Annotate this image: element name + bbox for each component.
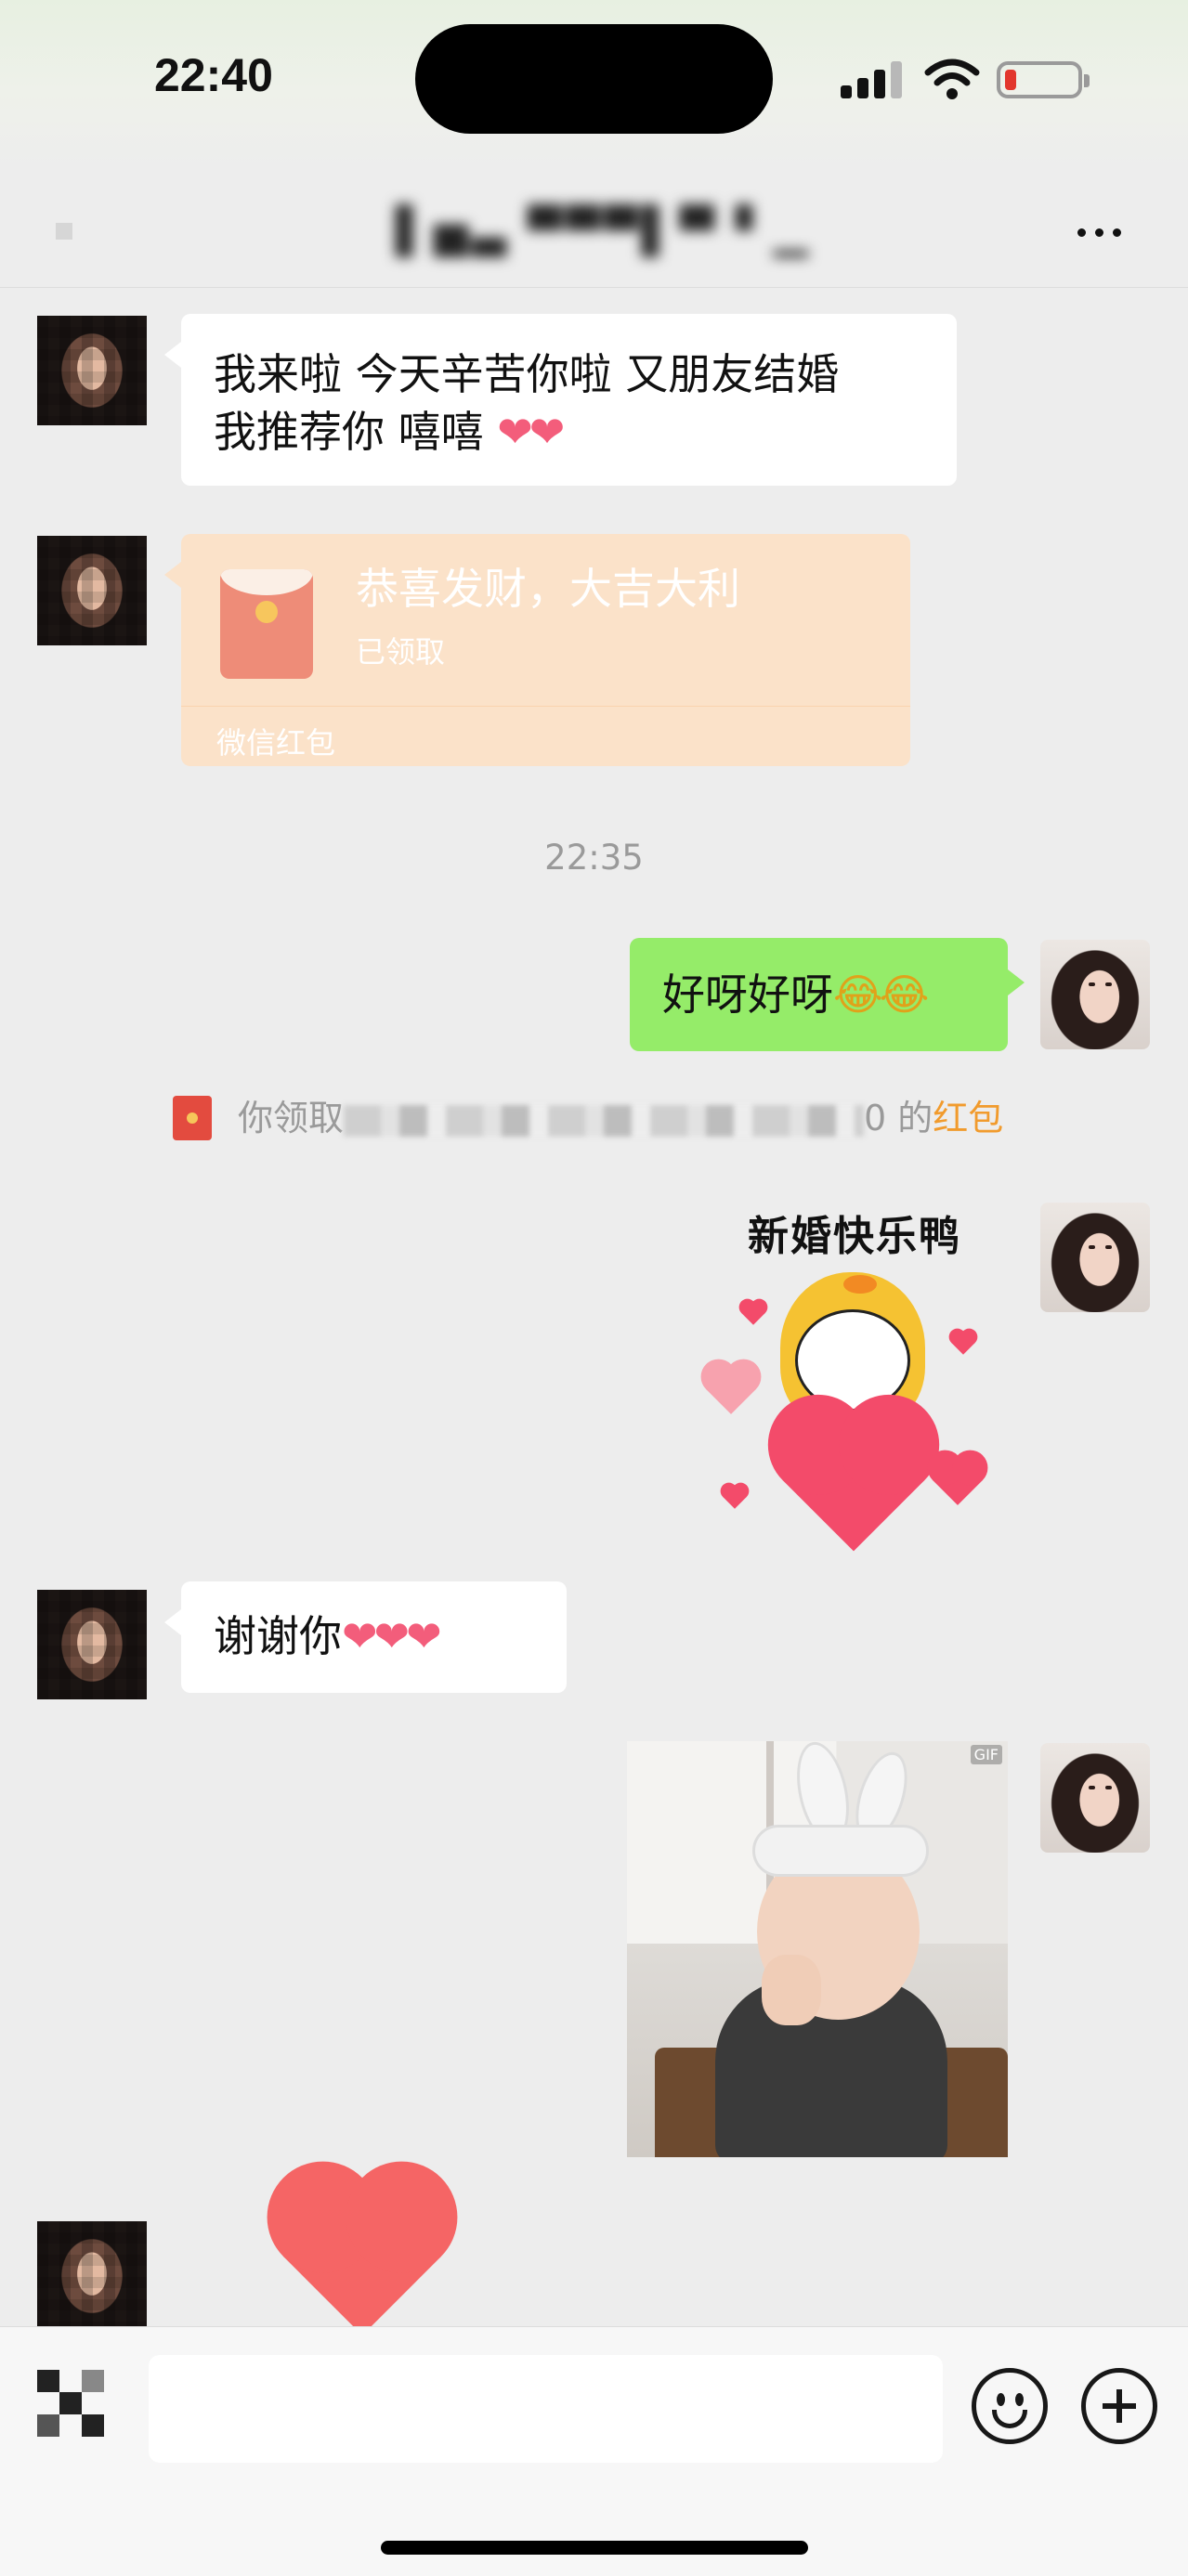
home-indicator[interactable] <box>381 2541 808 2555</box>
avatar-other[interactable] <box>37 536 147 645</box>
avatar-other[interactable] <box>37 316 147 425</box>
cellular-signal-icon <box>841 61 902 98</box>
back-button[interactable] <box>56 223 72 240</box>
heart-icon <box>933 1455 983 1505</box>
input-bar <box>0 2326 1188 2576</box>
redacted-text <box>344 1104 865 1137</box>
avatar-self[interactable] <box>1040 1203 1150 1312</box>
more-dots-icon[interactable] <box>1077 214 1133 251</box>
message-bubble-self[interactable]: 好呀好呀😂😂 <box>630 938 1025 1051</box>
avatar-self[interactable] <box>1040 940 1150 1049</box>
message-text: 我来啦 今天辛苦你啦 又朋友结婚 <box>214 349 840 399</box>
dynamic-island <box>415 24 773 134</box>
message-text: 谢谢你 <box>214 1611 342 1661</box>
message-input[interactable] <box>149 2355 943 2463</box>
emoji-icon[interactable] <box>972 2368 1048 2444</box>
red-packet-card[interactable]: 恭喜发财，大吉大利 已领取 微信红包 <box>164 534 910 766</box>
heart-icon <box>706 1364 756 1414</box>
message-timestamp: 22:35 <box>544 838 644 878</box>
avatar-other[interactable] <box>37 1590 147 1699</box>
red-packet-status: 已领取 <box>356 634 446 670</box>
gif-image[interactable]: GIF <box>627 1741 1008 2157</box>
message-bubble-other[interactable]: 我来啦 今天辛苦你啦 又朋友结婚 我推荐你 嘻嘻 ❤❤ <box>164 314 957 486</box>
heart-icon <box>741 1301 765 1325</box>
red-packet-divider <box>181 706 910 707</box>
status-bar: 22:40 <box>0 0 1188 167</box>
chat-title: ▌▅▃ ▀▀▀▌▀ ▘▁ <box>396 205 812 257</box>
message-bubble-other[interactable]: 谢谢你❤❤❤ <box>164 1581 567 1693</box>
red-packet-small-icon <box>173 1096 212 1140</box>
avatar-self[interactable] <box>1040 1743 1150 1853</box>
red-packet-link[interactable]: 红包 <box>933 1098 1003 1138</box>
heart-emoji: ❤❤❤ <box>342 1611 442 1661</box>
voice-input-icon[interactable] <box>37 2370 110 2442</box>
laughing-emoji: 😂😂 <box>833 969 929 1020</box>
sticker-caption: 新婚快乐鸭 <box>748 1213 961 1260</box>
chat-screen: 22:40 ▌▅▃ ▀▀▀▌▀ ▘▁ 我来啦 今天辛苦你啦 又朋友结婚 我推荐你… <box>0 0 1188 2576</box>
status-time: 22:40 <box>154 49 273 101</box>
heart-icon <box>723 1485 747 1509</box>
message-text-line2: 我推荐你 嘻嘻 ❤❤ <box>214 407 565 457</box>
red-packet-icon <box>220 569 313 679</box>
duck-sticker[interactable]: 新婚快乐鸭 <box>706 1193 1003 1552</box>
heart-sticker[interactable] <box>283 2178 441 2335</box>
avatar-other[interactable] <box>37 2221 147 2331</box>
red-packet-brand: 微信红包 <box>216 725 336 761</box>
heart-emoji: ❤❤ <box>497 407 565 457</box>
duck-bill <box>843 1275 877 1294</box>
chat-header: ▌▅▃ ▀▀▀▌▀ ▘▁ <box>0 167 1188 288</box>
plus-icon[interactable] <box>1081 2368 1157 2444</box>
wifi-icon <box>924 59 980 99</box>
gif-badge: GIF <box>970 1745 1002 1764</box>
heart-icon <box>782 1409 925 1552</box>
heart-icon <box>951 1331 975 1355</box>
message-text: 好呀好呀 <box>662 969 833 1020</box>
battery-low-icon <box>997 61 1090 98</box>
red-packet-greeting: 恭喜发财，大吉大利 <box>356 564 740 614</box>
notice-text: 你领取 0 的红包 <box>238 1098 1004 1138</box>
